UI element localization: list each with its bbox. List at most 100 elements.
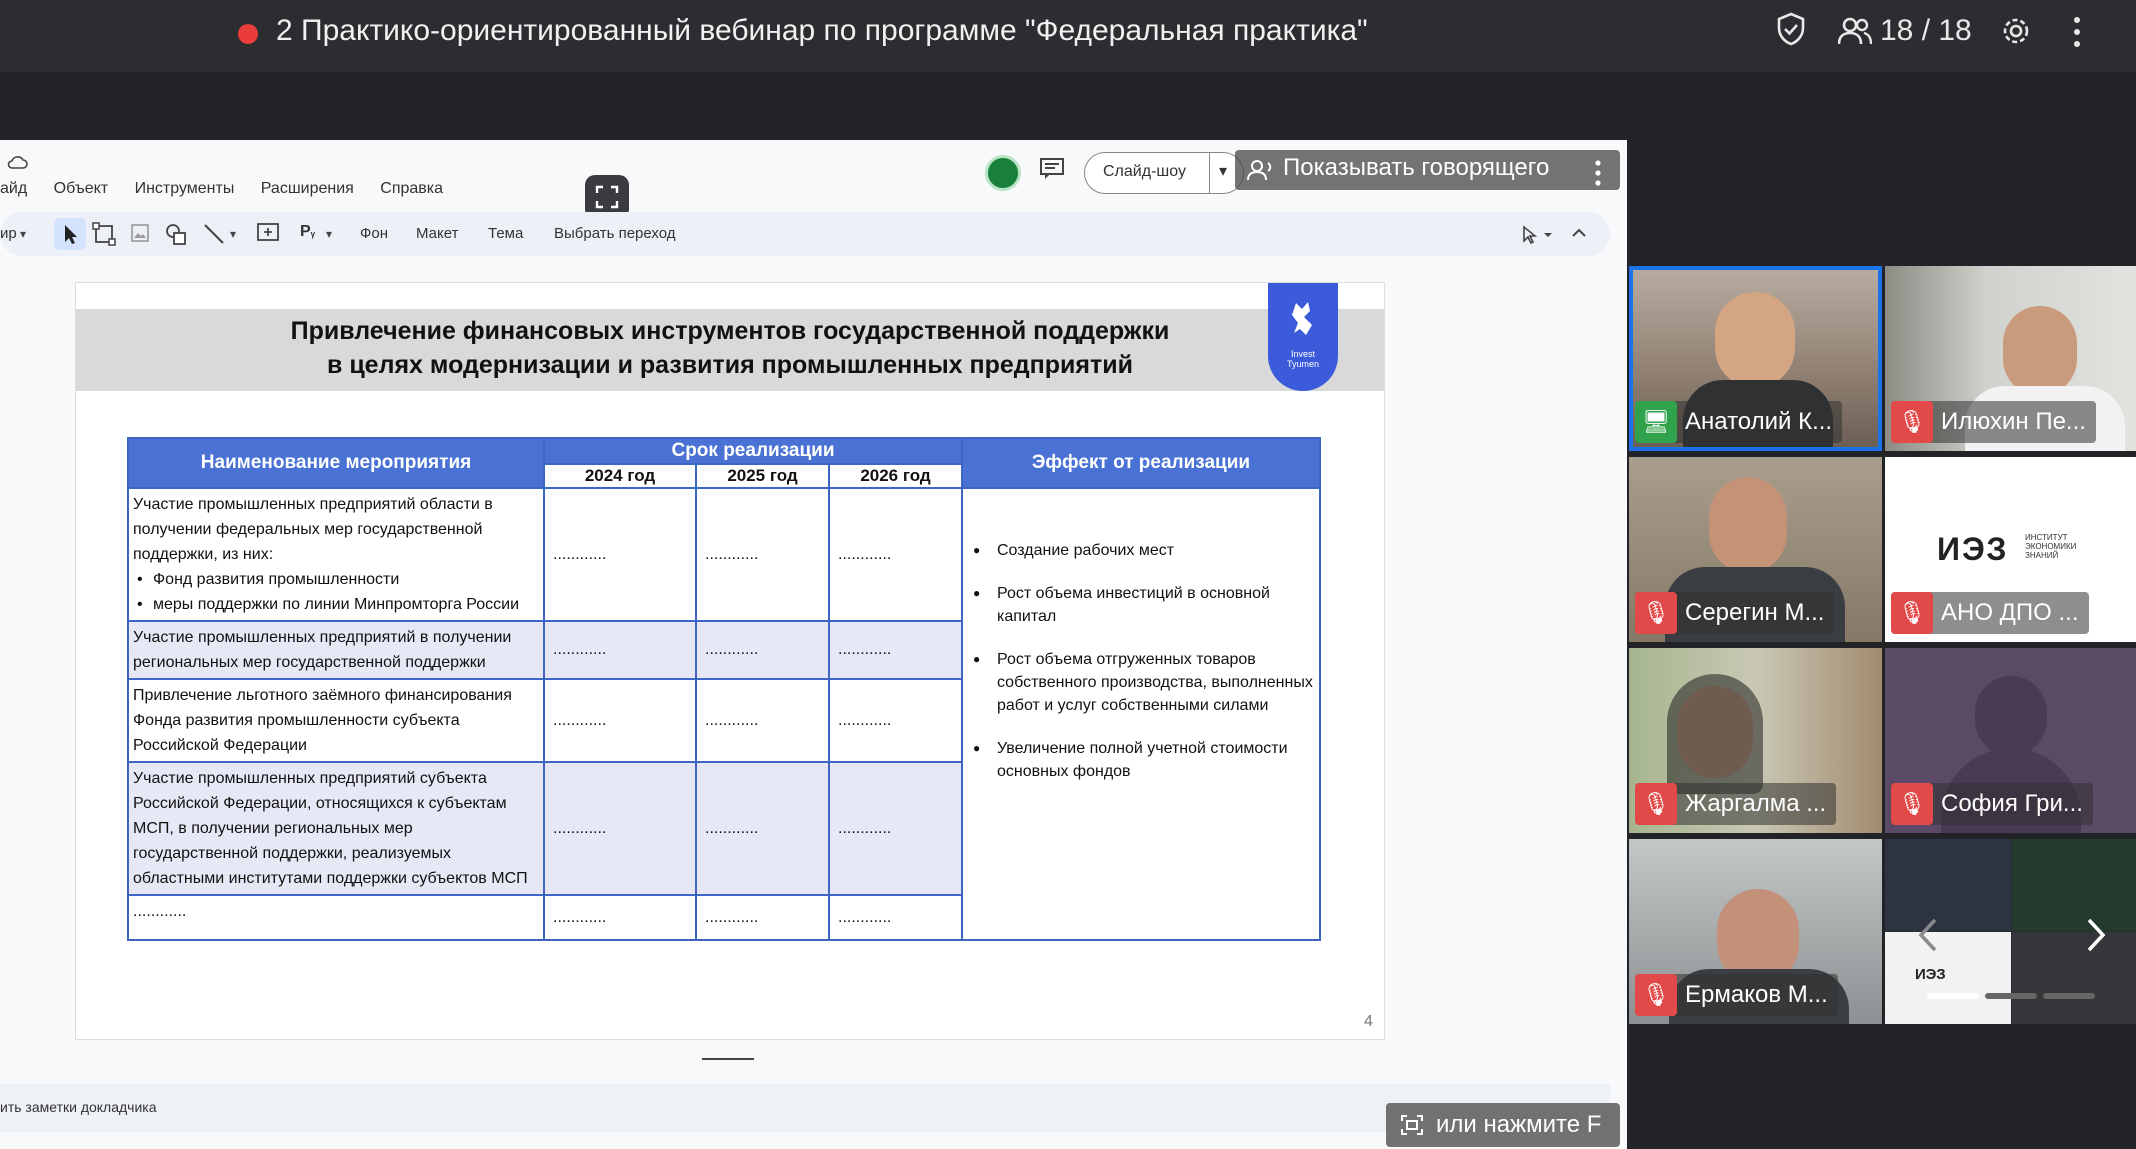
line-tool-icon[interactable] [202, 222, 226, 251]
shapes-icon[interactable] [164, 222, 188, 251]
participant-name-label: 🖥 Анатолий К... [1635, 401, 1843, 443]
mic-off-icon: 🎙 [1635, 974, 1677, 1016]
chevron-left-icon[interactable] [1917, 917, 1939, 958]
person-icon [1247, 159, 1273, 186]
editor-menu-bar: айд Объект Инструменты Расширения Справк… [0, 180, 465, 198]
participant-tile[interactable]: 🎙 Ермаков М... [1629, 839, 1882, 1024]
header-period: Срок реализации [543, 437, 963, 465]
speaker-view-label: Показывать говорящего [1283, 154, 1550, 181]
editor-toolbar: ир ▾ ▾ Pᵧ ▾ Фон Макет Тема Выбрать перех… [0, 212, 1610, 256]
table-cell-value: ............ [695, 487, 830, 622]
table-cell-value: ............ [695, 620, 830, 680]
fullscreen-hint[interactable]: или нажмите F [1386, 1103, 1620, 1147]
participant-tile[interactable]: 🎙 Жаргалма ... [1629, 648, 1882, 833]
notes-resize-handle[interactable] [702, 1058, 754, 1060]
text-format-icon[interactable]: Pᵧ [300, 223, 315, 241]
menu-object[interactable]: Объект [54, 180, 108, 197]
meeting-top-bar: 2 Практико-ориентированный вебинар по пр… [0, 0, 2136, 72]
slideshow-button[interactable]: Слайд-шоу ▾ [1084, 152, 1244, 194]
pager-dot[interactable] [1985, 993, 2037, 999]
crop-frame-icon[interactable] [92, 222, 116, 251]
mic-off-icon: 🎙 [1891, 592, 1933, 634]
chevron-down-icon[interactable]: ▾ [20, 227, 26, 241]
logo-text-line1: Invest [1290, 349, 1315, 359]
collapse-toolbar-icon[interactable] [1570, 226, 1588, 245]
table-row-5-activity: ............ [127, 894, 545, 941]
transition-button[interactable]: Выбрать переход [554, 225, 676, 242]
fullscreen-icon [1400, 1114, 1424, 1143]
chevron-down-icon[interactable]: ▾ [1219, 161, 1227, 181]
speaker-notes-panel[interactable]: ить заметки докладчика [0, 1084, 1610, 1132]
user-avatar[interactable] [985, 155, 1021, 191]
participant-tile[interactable]: 🖥 Анатолий К... [1629, 266, 1882, 451]
activities-table: Наименование мероприятия Срок реализации… [127, 437, 1321, 941]
effects-cell: Создание рабочих мест Рост объема инвест… [961, 487, 1321, 941]
participant-name-label: 🎙 София Гри... [1891, 783, 2093, 825]
header-effect: Эффект от реализации [961, 437, 1321, 489]
mic-off-icon: 🎙 [1635, 783, 1677, 825]
slideshow-divider [1209, 153, 1210, 193]
chevron-right-icon[interactable] [2085, 917, 2107, 958]
table-cell-value: ............ [695, 678, 830, 763]
table-cell-value: ............ [543, 487, 697, 622]
participant-name-label: 🎙 Ермаков М... [1635, 974, 1838, 1016]
effect-item: Рост объема инвестиций в основной капита… [969, 582, 1313, 628]
participant-tile[interactable]: ИЭЗ ИНСТИТУТ ЭКОНОМИКИ ЗНАНИЙ 🎙 АНО ДПО .… [1885, 457, 2136, 642]
slide-title-line1: Привлечение финансовых инструментов госу… [290, 317, 1170, 345]
add-comment-icon[interactable] [256, 222, 280, 251]
speaker-notes-placeholder[interactable]: ить заметки докладчика [0, 1099, 157, 1115]
activity-text: Участие промышленных предприятий в получ… [133, 629, 512, 671]
participants-count[interactable]: 18 / 18 [1880, 14, 1972, 48]
chevron-down-icon[interactable]: ▾ [230, 227, 236, 241]
menu-extensions[interactable]: Расширения [261, 180, 354, 197]
menu-help[interactable]: Справка [380, 180, 443, 197]
participant-tile[interactable]: 🎙 Илюхин Пе... [1885, 266, 2136, 451]
more-participants-tile[interactable]: ИЭЗ [1885, 839, 2136, 1024]
participant-face [1715, 292, 1795, 388]
kebab-icon[interactable] [1594, 160, 1602, 191]
more-menu-icon[interactable] [2072, 16, 2082, 53]
cloud-icon [6, 154, 28, 175]
participants-icon[interactable] [1837, 16, 1873, 51]
speaker-view-toggle[interactable]: Показывать говорящего [1235, 150, 1620, 190]
table-row-1-activity: Участие промышленных предприятий области… [127, 487, 545, 622]
image-icon[interactable] [130, 223, 150, 248]
avatar-silhouette-icon [1975, 676, 2047, 756]
effect-item: Создание рабочих мест [969, 539, 1313, 562]
pager-dot-active[interactable] [1927, 993, 1979, 999]
layout-button[interactable]: Макет [416, 225, 458, 242]
table-cell-value: ............ [828, 761, 963, 896]
chevron-down-icon[interactable]: ▾ [326, 227, 332, 241]
org-logo-mark: ИЭЗ [1937, 531, 2009, 567]
slide-canvas[interactable]: Привлечение финансовых инструментов госу… [75, 282, 1385, 1040]
recording-icon [238, 24, 258, 44]
slide-title-line2: в целях модернизации и развития промышле… [327, 351, 1133, 379]
shield-icon[interactable] [1776, 12, 1806, 54]
header-year-2025: 2025 год [695, 463, 830, 489]
menu-tools[interactable]: Инструменты [135, 180, 235, 197]
participant-tile[interactable]: 🎙 Серегин М... [1629, 457, 1882, 642]
background-button[interactable]: Фон [360, 225, 388, 242]
zoom-menu[interactable]: ир [0, 225, 17, 242]
meeting-title: 2 Практико-ориентированный вебинар по пр… [276, 14, 1368, 47]
gear-icon[interactable] [2000, 15, 2032, 52]
table-cell-value: ............ [543, 678, 697, 763]
org-logo-mini: ИЭЗ [1915, 966, 1946, 983]
participant-tile[interactable]: 🎙 София Гри... [1885, 648, 2136, 833]
table-cell-value: ............ [543, 761, 697, 896]
participant-hair [1667, 674, 1763, 794]
activity-text: Привлечение льготного заёмного финансиро… [133, 687, 512, 754]
logo-mark-icon [1268, 299, 1338, 345]
mic-off-icon: 🎙 [1891, 401, 1933, 443]
comment-icon[interactable] [1040, 158, 1064, 187]
pointer-mode-icon[interactable] [1520, 224, 1560, 251]
theme-button[interactable]: Тема [488, 225, 523, 242]
menu-slide[interactable]: айд [0, 180, 27, 197]
screen-share-icon: 🖥 [1635, 401, 1677, 443]
mini-tile [2012, 839, 2136, 931]
table-row-3-activity: Привлечение льготного заёмного финансиро… [127, 678, 545, 763]
select-tool-button[interactable] [54, 218, 86, 250]
pager-dot[interactable] [2043, 993, 2095, 999]
header-year-2026: 2026 год [828, 463, 963, 489]
participant-face [2003, 306, 2077, 396]
